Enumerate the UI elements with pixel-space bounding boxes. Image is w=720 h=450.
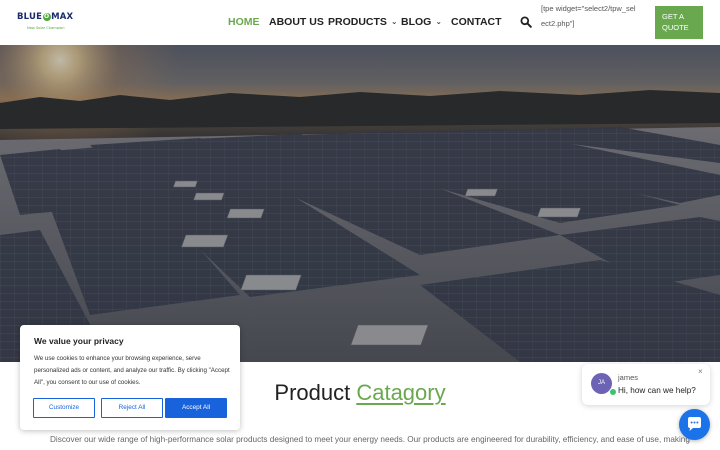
cookie-consent-banner: We value your privacy We use cookies to … xyxy=(20,325,240,430)
section-title-accent: Catagory xyxy=(356,380,446,405)
accept-all-button[interactable]: Accept All xyxy=(165,398,227,418)
nav-products[interactable]: PRODUCTS ⌄ xyxy=(328,16,398,28)
cookie-text: We use cookies to enhance your browsing … xyxy=(34,355,230,386)
nav-blog-label: BLOG xyxy=(401,16,432,28)
chat-greeting-bubble[interactable]: JA james Hi, how can we help? × xyxy=(582,364,710,405)
get-a-quote-button[interactable]: GET A QUOTE xyxy=(655,6,703,39)
online-status-dot xyxy=(609,388,617,396)
chevron-down-icon: ⌄ xyxy=(390,17,398,26)
nav-home[interactable]: HOME xyxy=(228,16,260,28)
chat-icon xyxy=(688,417,701,431)
search-icon[interactable] xyxy=(520,16,532,28)
customize-button[interactable]: Customize xyxy=(33,398,95,418)
nav-products-label: PRODUCTS xyxy=(328,16,387,28)
chevron-down-icon: ⌄ xyxy=(435,17,443,26)
chat-message: Hi, how can we help? xyxy=(618,386,696,395)
nav-contact[interactable]: CONTACT xyxy=(451,16,502,28)
cookie-title: We value your privacy xyxy=(34,336,124,346)
logo-wordmark: BLUE O MAX xyxy=(17,12,74,22)
reject-all-button[interactable]: Reject All xyxy=(101,398,163,418)
logo[interactable]: BLUE O MAX New Solar Champion xyxy=(17,12,73,34)
nav-blog[interactable]: BLOG ⌄ xyxy=(401,16,442,28)
widget-shortcode-text: [tpe widget="select2/tpw_select2.php"] xyxy=(541,4,636,28)
section-description: Discover our wide range of high-performa… xyxy=(50,435,690,444)
chat-launcher-button[interactable] xyxy=(679,409,710,440)
site-header: BLUE O MAX New Solar Champion HOME ABOUT U… xyxy=(0,0,720,45)
solar-rooftop-illustration xyxy=(0,45,720,362)
nav-about[interactable]: ABOUT US xyxy=(269,16,324,28)
chat-agent-name: james xyxy=(618,373,639,382)
close-icon[interactable]: × xyxy=(698,367,703,376)
hero-image xyxy=(0,45,720,362)
logo-tagline: New Solar Champion xyxy=(27,26,65,30)
section-title-plain: Product xyxy=(274,380,357,405)
